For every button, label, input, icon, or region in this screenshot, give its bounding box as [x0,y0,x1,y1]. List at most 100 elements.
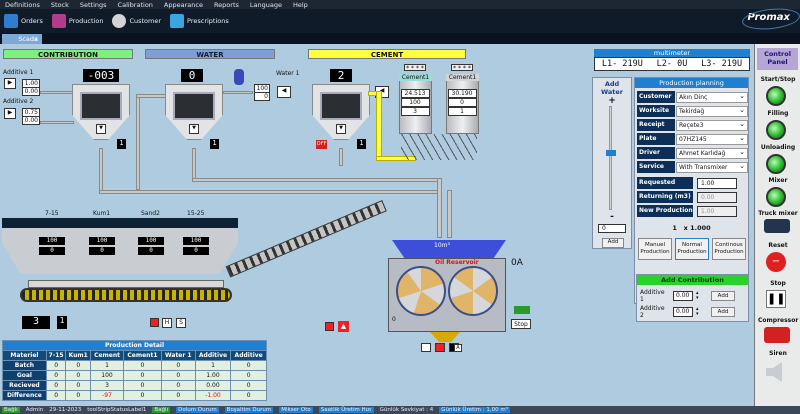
contribution-indicator: 1 [117,139,126,149]
plate-row: Plate 07HZ145 [637,133,748,145]
table-cell: 0 [65,360,92,371]
add-contribution-stepper-1[interactable]: ▴ ▾ [696,291,702,301]
inclined-conveyor [225,200,387,278]
detail-col-7: Additive [194,350,232,361]
table-row: Recieved 0 0 3 0 0 0.00 0 [2,380,267,391]
add-water-slider[interactable] [606,106,616,210]
water-screen [173,92,215,120]
filling-lamp[interactable] [766,120,786,140]
water-play-button[interactable]: ◀ [277,86,291,98]
additive1-play-button[interactable]: ▶ [4,78,16,89]
customer-select[interactable]: Akın Dinç [676,91,748,103]
add-water-plus[interactable]: + [593,96,631,106]
aggregate-stop-icon[interactable] [150,318,159,327]
requested-row: Requested 1.00 [637,177,748,189]
aggregate-weigh-band [28,280,224,288]
control-panel: Control Panel Start/Stop Filling Unloadi… [754,44,800,406]
table-cell: 0 [160,380,196,391]
status-date: 29-11-2023 [49,407,82,413]
aggregate-4-target: 100 [183,237,209,245]
mixer-indicator-red [435,343,445,352]
production-count: 1 x 1.000 [672,224,711,232]
new-production-input[interactable]: 1.00 [697,205,737,217]
tab-scada[interactable]: Scada x [2,34,42,44]
table-cell: 0 [65,370,92,381]
additive1-label: Additive 1 [3,69,34,76]
status-user: Admin [25,407,44,413]
aggregate-1-actual: 0 [39,247,65,255]
worksite-select[interactable]: Tekirdağ [676,105,748,117]
aggregate-2-target: 100 [89,237,115,245]
siren-speaker-icon[interactable] [766,362,782,382]
customer-label: Customer [637,91,675,103]
conveyor-up-icon[interactable]: ▲ [338,321,349,332]
detail-col-4: Cement [90,350,124,361]
normal-production-button[interactable]: Normal Production [675,238,709,260]
additive-pipe-2 [40,121,74,124]
table-cell: 0 [230,380,267,391]
unloading-lamp[interactable] [766,154,786,174]
returning-input[interactable]: 0.00 [697,191,737,203]
prescriptions-label: Prescriptions [187,17,229,25]
status-daily-production: Günlük Üretim : 1,00 m³ [439,407,510,413]
add-water-value[interactable]: 0 [598,224,626,233]
cement-header: CEMENT [308,49,466,59]
add-contribution-input-1[interactable]: 0.00 [673,291,693,301]
production-button[interactable]: Production [51,14,103,28]
tab-close-icon[interactable]: x [34,34,38,44]
add-contribution-button-2[interactable]: Add [711,307,735,317]
truck-mixer-icon[interactable] [764,219,790,233]
compressor-icon[interactable] [764,327,790,343]
cement-off-indicator: OFF [316,140,327,149]
receipt-select[interactable]: Reçete3 [676,119,748,131]
continuous-production-button[interactable]: Continous Production [712,238,746,260]
aggregate-2-actual: 0 [89,247,115,255]
status-bar: Bağlı Admin 29-11-2023 toolStripStatusLa… [0,406,800,414]
customer-button[interactable]: Customer [112,14,161,28]
menu-reports[interactable]: Reports [214,1,239,9]
menu-definitions[interactable]: Definitions [5,1,40,9]
mixer-a-button[interactable]: A [454,344,462,352]
aggregate-s-button[interactable]: S [176,318,186,328]
prescriptions-button[interactable]: Prescriptions [170,14,229,28]
aggregate-h-button[interactable]: H [162,318,172,328]
menu-language[interactable]: Language [250,1,282,9]
contribution-header: CONTRIBUTION [3,49,133,59]
add-water-minus[interactable]: - [593,212,631,222]
cement-down-button[interactable]: ▼ [336,124,346,134]
add-contribution-stepper-2[interactable]: ▴ ▾ [696,307,702,317]
table-cell: 1 [90,360,124,371]
add-water-button[interactable]: Add [602,238,624,248]
silo2-value-1: 30.190 [448,89,477,98]
add-water-panel: Add Water + - 0 Add [592,77,632,249]
menu-settings[interactable]: Settings [80,1,107,9]
add-contribution-button-1[interactable]: Add [711,291,735,301]
menu-help[interactable]: Help [293,1,308,9]
stop-pause-icon[interactable]: ❚❚ [766,290,786,308]
mixer-lamp[interactable] [766,187,786,207]
menu-stock[interactable]: Stock [51,1,69,9]
start-stop-lamp[interactable] [766,86,786,106]
water-down-button[interactable]: ▼ [189,124,199,134]
slider-thumb[interactable] [606,150,616,156]
detail-col-6: Water 1 [160,350,196,361]
service-select[interactable]: With Transmixer [676,161,748,173]
additive1-value-2: 0.00 [22,87,40,96]
driver-select[interactable]: Ahmet Karlıdağ [676,147,748,159]
reset-icon[interactable]: − [766,252,786,272]
conveyor-stop-icon[interactable] [325,322,334,331]
manuel-production-button[interactable]: Manuel Production [638,238,672,260]
table-cell: 0 [230,360,267,371]
table-cell: 0 [45,370,67,381]
requested-input[interactable]: 1.00 [697,177,737,189]
additive2-play-button[interactable]: ▶ [4,108,16,119]
mixer-stop-button[interactable]: Stop [511,319,531,329]
contribution-down-button[interactable]: ▼ [96,124,106,134]
orders-icon [4,14,18,28]
add-contribution-input-2[interactable]: 0.00 [673,307,693,317]
plate-select[interactable]: 07HZ145 [676,133,748,145]
orders-button[interactable]: Orders [4,14,43,28]
menu-appearance[interactable]: Appearance [164,1,203,9]
status-plc: Bağlı [152,407,171,413]
menu-calibration[interactable]: Calibration [118,1,153,9]
